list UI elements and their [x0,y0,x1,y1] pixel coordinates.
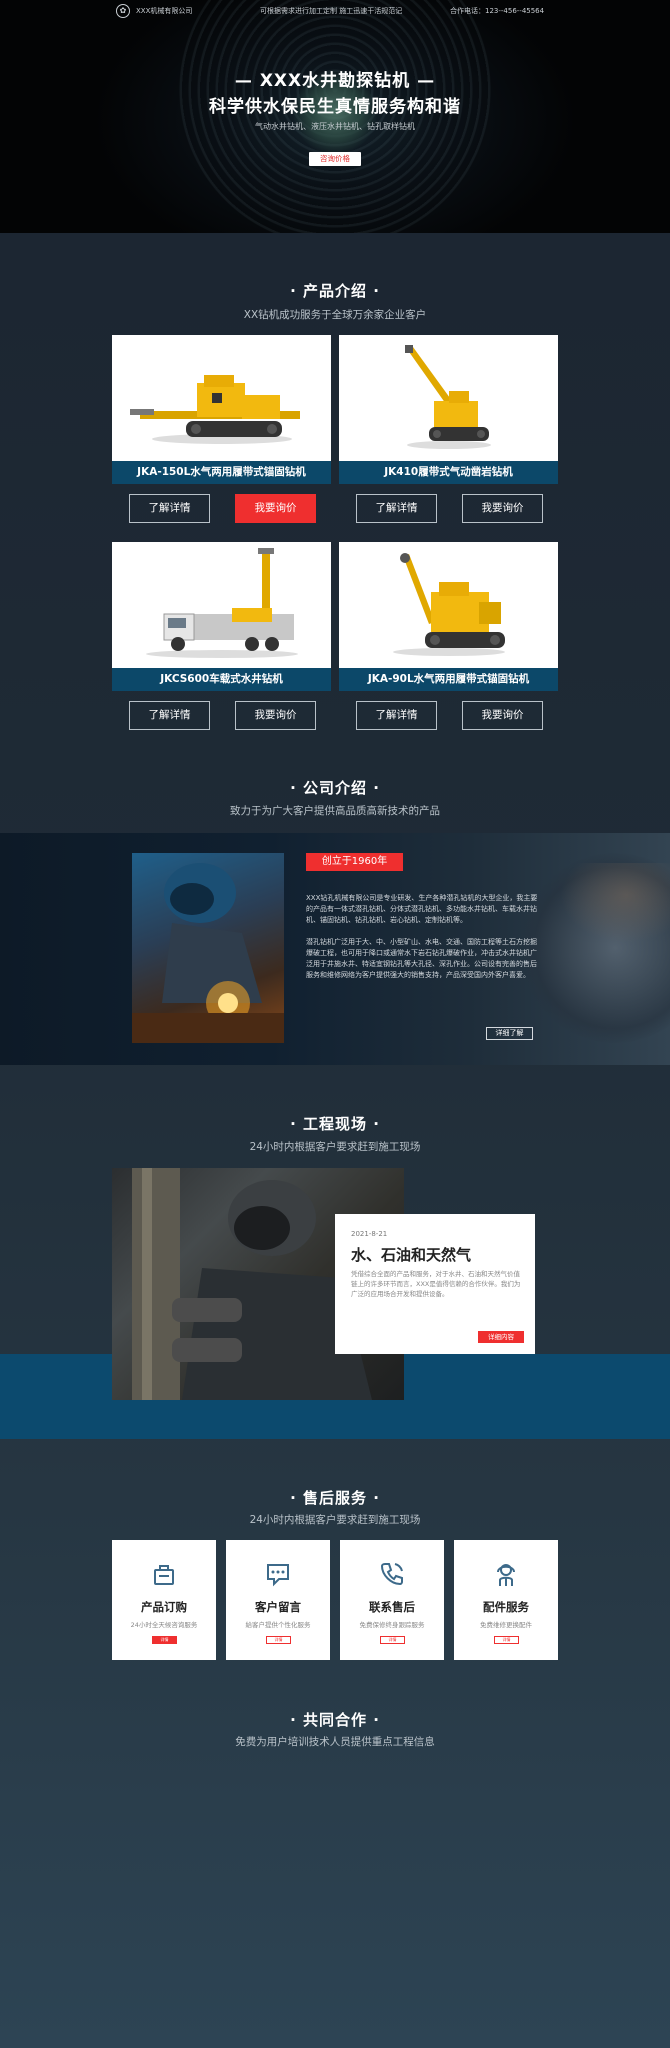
product-inquiry-button[interactable]: 我要询价 [235,701,316,730]
service-description: 免费保修终身跟踪服务 [359,1621,425,1629]
service-card-order[interactable]: 产品订购 24小时全天候咨询服务 详情 [112,1540,216,1660]
learn-more-button[interactable]: 详细了解 [486,1027,533,1040]
product-card[interactable]: JKCS600车载式水井钻机 [112,542,331,691]
welder-photo [132,853,284,1043]
product-image-crawler-anchor-drill-90l [339,542,558,668]
product-details-button[interactable]: 了解详情 [356,701,437,730]
service-title: 产品订购 [141,1600,187,1614]
service-section-title: · 售后服务 · [290,1489,380,1507]
product-image-pneumatic-rock-drill [339,335,558,461]
product-image-crawler-anchor-drill [112,335,331,461]
header-phone: 合作电话：123--456--45564 [450,7,545,15]
project-news-card[interactable]: 2021-8-21 水、石油和天然气 凭借综合全面的产品和服务，对于水井、石油和… [335,1214,535,1354]
product-name[interactable]: JKA-90L水气两用履带式锚固钻机 [339,668,558,691]
product-card[interactable]: JKA-150L水气两用履带式锚固钻机 [112,335,331,484]
product-details-button[interactable]: 了解详情 [356,494,437,523]
service-title: 联系售后 [369,1600,415,1614]
service-card-parts[interactable]: 配件服务 免费维修更换配件 详情 [454,1540,558,1660]
product-image-truck-water-well-drill [112,542,331,668]
service-title: 客户留言 [255,1600,301,1614]
service-details-button[interactable]: 详情 [152,1636,177,1644]
product-details-button[interactable]: 了解详情 [129,701,210,730]
project-summary: 凭借综合全面的产品和服务，对于水井、石油和天然气价值链上的许多环节而言，XXX是… [351,1270,521,1298]
company-logo-icon[interactable]: ✿ [116,4,130,18]
founded-badge: 创立于1960年 [306,853,403,871]
chat-message-icon [267,1564,289,1587]
company-section-subtitle: 致力于为广大客户提供高品质高新技术的产品 [230,805,440,817]
phone-icon [380,1563,403,1586]
product-inquiry-button[interactable]: 我要询价 [462,701,543,730]
product-inquiry-button[interactable]: 我要询价 [235,494,316,523]
product-card[interactable]: JK410履带式气动凿岩钻机 [339,335,558,484]
service-details-button[interactable]: 详情 [380,1636,405,1644]
service-description: 免费维修更换配件 [480,1621,532,1629]
project-details-button[interactable]: 详细内容 [478,1331,524,1343]
cooperation-section-title: · 共同合作 · [290,1711,380,1729]
top-bar: ✿ XXX机械有限公司 可根据需求进行加工定制 施工迅速干活规范记 合作电话：1… [0,0,670,22]
service-title: 配件服务 [483,1600,529,1614]
service-card-message[interactable]: 客户留言 給客户提供个性化服务 详情 [226,1540,330,1660]
service-description: 24小时全天候咨询服务 [130,1621,198,1629]
cooperation-section-subtitle: 免费为用户培训技术人员提供重点工程信息 [235,1736,435,1748]
service-details-button[interactable]: 详情 [266,1636,291,1644]
product-name[interactable]: JK410履带式气动凿岩钻机 [339,461,558,484]
hero-banner: ✿ XXX机械有限公司 可根据需求进行加工定制 施工迅速干活规范记 合作电话：1… [0,0,670,233]
company-name[interactable]: XXX机械有限公司 [136,6,192,16]
service-details-button[interactable]: 详情 [494,1636,519,1644]
project-date: 2021-8-21 [351,1230,388,1238]
hero-title: — XXX水井勘探钻机 — [234,71,436,91]
product-details-button[interactable]: 了解详情 [129,494,210,523]
shopping-bag-icon [154,1565,174,1585]
service-section-subtitle: 24小时内根据客户要求赶到施工现场 [249,1514,421,1526]
products-section-title: · 产品介绍 · [290,282,380,300]
background-hand-graphic [560,863,670,943]
hero-subtitle: 科学供水保民生真情服务构和谐 [209,97,461,117]
company-description: XXX钻孔机械有限公司是专业研发、生产各种潜孔钻机的大型企业，我主要的产品有一体… [306,894,538,924]
company-intro-band: 创立于1960年 XXX钻孔机械有限公司是专业研发、生产各种潜孔钻机的大型企业，… [0,833,670,1065]
support-agent-icon [497,1564,515,1586]
products-section-subtitle: XX钻机成功服务于全球万余家企业客户 [243,309,427,321]
product-inquiry-button[interactable]: 我要询价 [462,494,543,523]
service-card-contact[interactable]: 联系售后 免费保修终身跟踪服务 详情 [340,1540,444,1660]
product-name[interactable]: JKCS600车载式水井钻机 [112,668,331,691]
project-headline[interactable]: 水、石油和天然气 [351,1244,471,1265]
hero-description: 气动水井钻机、液压水井钻机、钻孔取样钻机 [255,122,415,131]
product-name[interactable]: JKA-150L水气两用履带式锚固钻机 [112,461,331,484]
product-card[interactable]: JKA-90L水气两用履带式锚固钻机 [339,542,558,691]
projects-section-title: · 工程现场 · [290,1115,380,1133]
service-description: 給客户提供个性化服务 [245,1621,311,1629]
header-slogan: 可根据需求进行加工定制 施工迅速干活规范记 [260,7,403,15]
company-description-more: 潜孔钻机广泛用于大、中、小型矿山、水电、交通、国防工程等土石方挖掘爆破工程，也可… [306,938,537,979]
consult-price-button[interactable]: 咨询价格 [309,152,361,166]
company-section-title: · 公司介绍 · [290,779,380,797]
projects-section-subtitle: 24小时内根据客户要求赶到施工现场 [249,1141,421,1153]
